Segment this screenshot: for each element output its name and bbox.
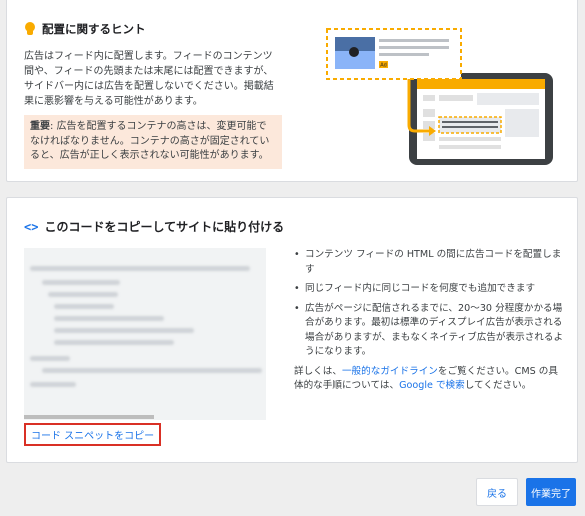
instruction-item: 同じフィード内に同じコードを何度でも追加できます xyxy=(294,282,564,297)
tips-body: 広告はフィード内に配置します。フィードのコンテンツ間や、フィードの先頭または末尾… xyxy=(24,51,274,107)
instruction-item: 広告がページに配信されるまでに、20～30 分程度かかる場合があります。最初は標… xyxy=(294,302,564,360)
ad-badge: Ad xyxy=(380,63,387,69)
code-instructions: コンテンツ フィードの HTML の間に広告コードを配置します 同じフィード内に… xyxy=(294,248,564,394)
placement-illustration: Ad xyxy=(326,28,553,165)
google-search-link[interactable]: Google で検索 xyxy=(399,380,465,391)
code-snippet-box[interactable] xyxy=(24,248,266,420)
done-button[interactable]: 作業完了 xyxy=(526,478,576,506)
general-guidelines-link[interactable]: 一般的なガイドライン xyxy=(342,366,438,377)
code-brackets-icon: <> xyxy=(24,219,39,234)
important-notice: 重要: 広告を配置するコンテナの高さは、変更可能でなければなりません。コンテナの… xyxy=(24,115,282,169)
copy-code-snippet-link[interactable]: コード スニペットをコピー xyxy=(24,423,162,446)
more-info-text: 詳しくは、一般的なガイドラインをご覧ください。CMS の具体的な手順については、… xyxy=(294,365,558,392)
back-button[interactable]: 戻る xyxy=(476,478,518,506)
code-horizontal-scrollbar[interactable] xyxy=(24,415,154,419)
placement-tips-card: 配置に関するヒント 広告はフィード内に配置します。フィードのコンテンツ間や、フィ… xyxy=(6,0,578,182)
lightbulb-icon xyxy=(24,22,36,36)
code-header: <> このコードをコピーしてサイトに貼り付ける xyxy=(24,218,284,235)
tips-header: 配置に関するヒント xyxy=(24,21,146,37)
important-label: 重要 xyxy=(30,121,50,132)
code-title: このコードをコピーしてサイトに貼り付ける xyxy=(44,220,285,234)
important-text: : 広告を配置するコンテナの高さは、変更可能でなければなりません。コンテナの高さ… xyxy=(30,121,270,161)
instruction-item: コンテンツ フィードの HTML の間に広告コードを配置します xyxy=(294,248,564,277)
code-snippet-card: <> このコードをコピーしてサイトに貼り付ける コード スニペットをコピー コン… xyxy=(6,197,578,463)
tips-title: 配置に関するヒント xyxy=(42,22,146,36)
